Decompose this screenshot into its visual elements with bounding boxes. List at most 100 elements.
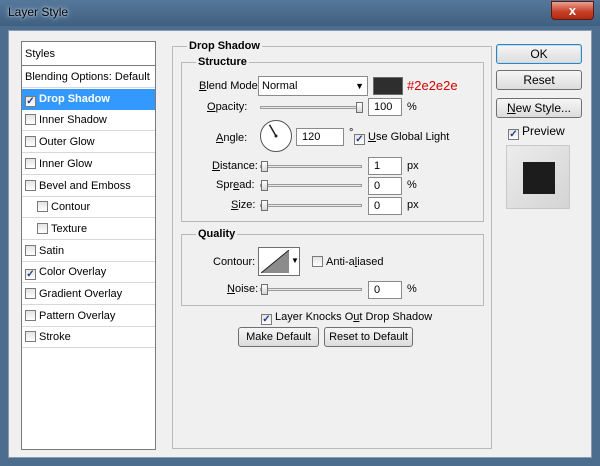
noise-slider-thumb[interactable] (261, 284, 268, 295)
style-checkbox[interactable] (25, 114, 36, 126)
spread-label-text: Spread: (216, 179, 255, 191)
title-bar: Layer Style x (0, 0, 600, 26)
style-checkbox[interactable] (25, 309, 36, 321)
style-checkbox[interactable] (25, 244, 36, 256)
layer-knocks-out-checkbox[interactable] (261, 314, 272, 325)
styles-list-header[interactable]: Styles (22, 42, 155, 66)
opacity-label: Opacity: (207, 101, 248, 113)
noise-input[interactable]: 0 (368, 281, 402, 299)
style-item-inner-glow[interactable]: Inner Glow (22, 154, 155, 175)
style-checkbox[interactable] (25, 157, 36, 169)
size-label: Size: (231, 199, 256, 211)
blend-mode-value: Normal (262, 80, 298, 92)
spread-input[interactable]: 0 (368, 177, 402, 195)
angle-label-text: ngle: (223, 132, 248, 144)
preview-swatch (523, 162, 555, 194)
style-checkbox[interactable] (25, 136, 36, 148)
window-title: Layer Style (8, 5, 69, 19)
angle-dial[interactable] (259, 119, 293, 153)
style-item-texture[interactable]: Texture (22, 219, 155, 240)
style-item-pattern-overlay[interactable]: Pattern Overlay (22, 306, 155, 327)
preview-checkbox[interactable] (508, 129, 519, 140)
style-item-label: Drop Shadow (39, 92, 110, 105)
style-item-outer-glow[interactable]: Outer Glow (22, 132, 155, 154)
size-input[interactable]: 0 (368, 197, 402, 215)
style-item-gradient-overlay[interactable]: Gradient Overlay (22, 284, 155, 305)
opacity-slider-thumb[interactable] (356, 102, 363, 113)
style-item-color-overlay[interactable]: Color Overlay (22, 262, 155, 284)
style-item-label: Satin (39, 244, 65, 257)
distance-label-text: istance: (219, 160, 258, 172)
style-checkbox[interactable] (25, 331, 36, 343)
make-default-button[interactable]: Make Default (238, 327, 319, 347)
style-checkbox[interactable] (37, 222, 48, 234)
style-checkbox[interactable] (25, 179, 36, 191)
contour-picker[interactable]: ▼ (258, 247, 300, 276)
use-global-light[interactable]: Use Global Light (354, 131, 449, 145)
anti-aliased[interactable]: Anti-aliased (312, 256, 384, 268)
style-item-inner-shadow[interactable]: Inner Shadow (22, 110, 155, 132)
style-item-bevel-and-emboss[interactable]: Bevel and Emboss (22, 176, 155, 197)
drop-shadow-title: Drop Shadow (187, 40, 262, 52)
style-checkbox[interactable] (25, 269, 36, 281)
styles-list: Styles Blending Options: Default Drop Sha… (21, 41, 156, 450)
chevron-down-icon: ▼ (355, 81, 364, 91)
style-item-label: Outer Glow (39, 136, 95, 149)
shadow-color-hex: #2e2e2e (407, 78, 458, 93)
size-slider-thumb[interactable] (261, 200, 268, 211)
distance-slider[interactable] (260, 161, 362, 172)
distance-slider-thumb[interactable] (261, 161, 268, 172)
angle-unit: ° (349, 127, 354, 139)
opacity-label-text: pacity: (215, 101, 248, 113)
style-item-label: Contour (51, 201, 91, 214)
blend-mode-select[interactable]: Normal ▼ (258, 76, 368, 96)
distance-unit: px (407, 160, 419, 172)
ok-button[interactable]: OK (496, 44, 582, 64)
style-item-contour[interactable]: Contour (22, 197, 155, 219)
opacity-slider[interactable] (260, 102, 363, 113)
contour-dropdown-icon[interactable]: ▼ (291, 256, 299, 265)
style-item-label: Inner Glow (39, 157, 93, 170)
style-item-label: Gradient Overlay (39, 288, 123, 300)
style-item-label: Pattern Overlay (39, 309, 116, 322)
new-style-button[interactable]: New Style... (496, 98, 582, 118)
contour-preview-icon (261, 250, 289, 273)
layer-knocks-out-label: Layer Knocks Out Drop Shadow (275, 311, 433, 323)
layer-style-window: Layer Style x Styles Blending Options: D… (0, 0, 600, 466)
style-item-stroke[interactable]: Stroke (22, 327, 155, 349)
distance-label: Distance: (212, 160, 258, 172)
shadow-color-swatch[interactable] (373, 77, 403, 95)
style-item-drop-shadow[interactable]: Drop Shadow (22, 88, 155, 110)
noise-unit: % (407, 283, 417, 295)
new-style-label: ew Style... (515, 101, 572, 115)
anti-aliased-label: Anti-aliased (326, 256, 384, 268)
reset-to-default-button[interactable]: Reset to Default (324, 327, 413, 347)
noise-label-text: oise: (234, 283, 259, 295)
structure-title: Structure (196, 56, 249, 68)
style-item-label: Bevel and Emboss (39, 179, 131, 192)
style-checkbox[interactable] (25, 288, 36, 299)
preview-box (506, 145, 570, 209)
spread-slider-thumb[interactable] (261, 180, 268, 191)
distance-input[interactable]: 1 (368, 157, 402, 175)
blend-mode-label: Blend Mode: (199, 80, 261, 92)
dialog-body: Styles Blending Options: Default Drop Sha… (8, 30, 592, 458)
style-item-blending-options-default[interactable]: Blending Options: Default (22, 67, 155, 88)
style-item-satin[interactable]: Satin (22, 241, 155, 262)
spread-unit: % (407, 179, 417, 191)
angle-input[interactable]: 120 (296, 128, 344, 146)
close-button[interactable]: x (551, 1, 594, 20)
layer-knocks-out[interactable]: Layer Knocks Out Drop Shadow (261, 311, 432, 325)
style-item-label: Color Overlay (39, 266, 107, 279)
reset-button[interactable]: Reset (496, 70, 582, 90)
use-global-light-checkbox[interactable] (354, 134, 365, 145)
noise-label: Noise: (227, 283, 259, 295)
noise-slider[interactable] (260, 284, 362, 295)
size-slider[interactable] (260, 200, 362, 211)
style-checkbox[interactable] (25, 95, 36, 107)
spread-slider[interactable] (260, 180, 362, 191)
anti-aliased-checkbox[interactable] (312, 256, 323, 267)
style-checkbox[interactable] (37, 201, 48, 213)
opacity-input[interactable]: 100 (368, 98, 402, 116)
preview-toggle[interactable]: Preview (508, 124, 565, 140)
